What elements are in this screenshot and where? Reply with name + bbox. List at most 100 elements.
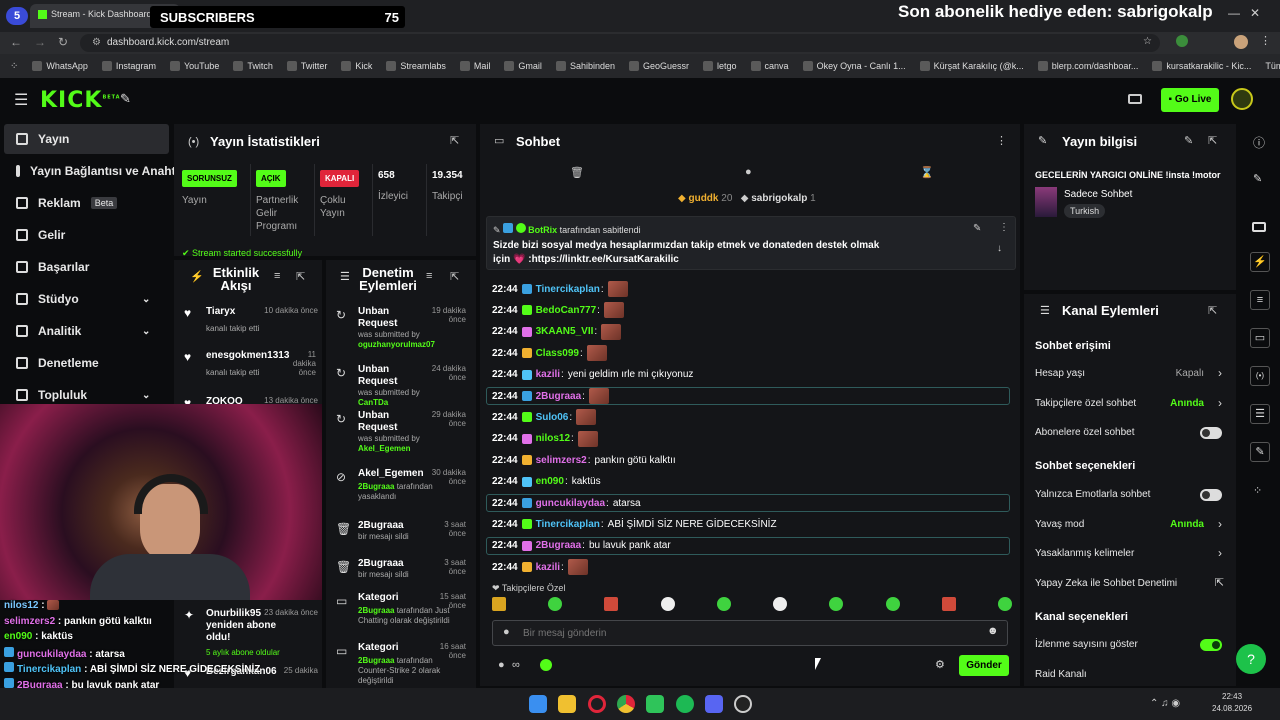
expand-icon[interactable]: ⇱ <box>450 270 459 283</box>
channel-option-row[interactable]: Yasaklanmış kelimeler › <box>1030 542 1230 566</box>
emoji-icon[interactable]: ☻ <box>987 625 999 637</box>
sidebar-item-studio[interactable]: Stüdyo ⌄ <box>0 284 170 314</box>
camera-icon[interactable] <box>1252 222 1266 232</box>
toggle-switch[interactable] <box>1200 489 1222 501</box>
unpin-icon[interactable]: ✎ <box>973 223 981 234</box>
file-explorer-icon[interactable] <box>558 695 576 713</box>
chrome-icon[interactable] <box>617 695 635 713</box>
bookmark-item[interactable]: WhatsApp <box>32 61 88 71</box>
go-live-button[interactable]: ▪ Go Live <box>1161 88 1219 112</box>
chat-input[interactable] <box>523 624 963 642</box>
more-icon[interactable]: ⋮ <box>996 134 1007 147</box>
filter-icon[interactable]: ≡ <box>274 270 280 282</box>
hourglass-icon[interactable]: ⌛ <box>920 166 934 179</box>
chat-input-box[interactable]: ● ☻ <box>492 620 1008 646</box>
bookmark-item[interactable]: Mail <box>459 61 490 71</box>
expand-icon[interactable]: ⇱ <box>296 270 305 283</box>
sidebar-item-revenue[interactable]: Gelir <box>0 220 170 250</box>
trash-icon[interactable]: 🗑 <box>570 166 584 179</box>
chat-username[interactable]: en090 <box>536 476 564 487</box>
bookmark-item[interactable]: kursatkarakilic - Kic... <box>1152 61 1251 71</box>
expand-icon[interactable]: ⇱ <box>1208 304 1217 317</box>
sidebar-item-analytics[interactable]: Analitik ⌄ <box>0 316 170 346</box>
camera-icon[interactable] <box>1128 94 1142 104</box>
sidebar-item-moderation[interactable]: Denetleme <box>0 348 170 378</box>
filter-icon[interactable]: ≡ <box>426 270 432 282</box>
extensions-icon[interactable] <box>1176 35 1188 47</box>
chat-username[interactable]: Tinercikaplan <box>536 284 600 295</box>
pin-icon[interactable]: ✎ <box>120 91 131 107</box>
emote-icon[interactable] <box>660 597 675 611</box>
opera-icon[interactable] <box>588 695 606 713</box>
emote-icon[interactable] <box>997 597 1012 611</box>
chat-username[interactable]: 3KAAN5_VII <box>536 326 594 337</box>
whatsapp-icon[interactable] <box>646 695 664 713</box>
sidebar-item-trophy[interactable]: Başarılar <box>0 252 170 282</box>
bookmark-item[interactable]: Streamlabs <box>386 61 446 71</box>
bookmark-item[interactable]: Kürşat Karakılıç (@k... <box>919 61 1024 71</box>
emote-icon[interactable] <box>716 597 731 611</box>
bolt-icon[interactable]: ⚡ <box>1250 252 1270 272</box>
channel-option-row[interactable]: İzlenme sayısını göster <box>1030 633 1230 657</box>
emote-icon[interactable] <box>829 597 844 611</box>
sidebar-item-link[interactable]: Yayın Bağlantısı ve Anahtar <box>0 156 187 186</box>
bookmark-item[interactable]: canva <box>750 61 789 71</box>
emote-icon[interactable] <box>548 597 563 611</box>
chat-settings-icon[interactable]: ● <box>745 166 752 178</box>
chat-username[interactable]: guncukilaydaa <box>536 498 605 509</box>
url-field[interactable]: ⚙ dashboard.kick.com/stream ☆ <box>80 34 1160 52</box>
emote-icon[interactable] <box>492 597 506 611</box>
bookmark-item[interactable]: Okey Oyna - Canlı 1... <box>802 61 906 71</box>
toggle-switch[interactable] <box>1200 427 1222 439</box>
channel-option-row[interactable]: Yavaş mod Anında › <box>1030 513 1230 537</box>
kick-logo[interactable]: KICKBETA <box>40 88 121 113</box>
discord-icon[interactable] <box>705 695 723 713</box>
bookmark-item[interactable]: Kick <box>341 61 372 71</box>
more-icon[interactable]: ⋮ <box>999 222 1009 233</box>
bookmark-item[interactable]: Gmail <box>504 61 542 71</box>
expand-icon[interactable]: ⇱ <box>1208 134 1217 147</box>
edit-icon[interactable]: ✎ <box>1184 134 1193 147</box>
profile-avatar-icon[interactable] <box>1234 35 1248 49</box>
more-apps-icon[interactable]: ⁘ <box>1253 484 1262 497</box>
toggle-switch-on[interactable] <box>1200 639 1222 651</box>
bookmark-item[interactable]: YouTube <box>169 61 219 71</box>
sidebar-item-broadcast[interactable]: Yayın <box>4 124 169 154</box>
user-avatar[interactable] <box>1231 88 1253 110</box>
all-bookmarks[interactable]: Tüm Yer İşaretleri <box>1265 61 1280 71</box>
chat-username[interactable]: 2Bugraaa <box>536 391 582 402</box>
back-icon[interactable]: ← <box>10 35 22 49</box>
apps-grid-icon[interactable]: ⁘ <box>10 61 18 72</box>
broadcast-icon[interactable]: (•) <box>1250 366 1270 386</box>
channel-option-row[interactable]: Abonelere özel sohbet <box>1030 421 1230 445</box>
chat-username[interactable]: 2Bugraaa <box>536 540 582 551</box>
chat-username[interactable]: selimzers2 <box>536 455 587 466</box>
spotify-icon[interactable] <box>676 695 694 713</box>
emote-icon[interactable] <box>885 597 900 611</box>
sidebar-item-ad[interactable]: Reklam Beta <box>0 188 170 218</box>
channel-option-row[interactable]: Yapay Zeka ile Sohbet Denetimi ⇱ <box>1030 572 1230 596</box>
users-icon[interactable]: ● <box>498 659 505 671</box>
bookmark-item[interactable]: GeoGuessr <box>628 61 689 71</box>
bookmark-item[interactable]: Instagram <box>101 61 156 71</box>
wrench-icon[interactable]: ✎ <box>1250 442 1270 462</box>
bookmark-item[interactable]: Twitter <box>286 61 327 71</box>
chat-username[interactable]: Sulo06 <box>536 412 569 423</box>
channel-option-row[interactable]: Yalnızca Emotlarla sohbet <box>1030 483 1230 507</box>
chat-username[interactable]: Tinercikaplan <box>536 519 600 530</box>
hamburger-icon[interactable]: ☰ <box>14 90 28 110</box>
chat-username[interactable]: nilos12 <box>536 433 570 444</box>
list-icon[interactable]: ≡ <box>1250 290 1270 310</box>
settings-icon[interactable]: ⚙ <box>935 658 945 671</box>
edit-icon[interactable]: ✎ <box>1253 172 1262 185</box>
chat-username[interactable]: BedoCan777 <box>536 305 597 316</box>
chat-username[interactable]: Class099 <box>536 348 579 359</box>
channel-option-row[interactable]: Hesap yaşı Kapalı › <box>1030 362 1230 386</box>
expand-icon[interactable]: ⇱ <box>450 134 459 147</box>
bookmark-item[interactable]: letgo <box>703 61 737 71</box>
bookmark-item[interactable]: Twitch <box>233 61 273 71</box>
send-button[interactable]: Gönder <box>959 655 1009 676</box>
bookmark-item[interactable]: Sahibinden <box>555 61 615 71</box>
emote-icon[interactable] <box>773 597 788 611</box>
channel-option-row[interactable]: Raid Kanalı <box>1030 663 1230 687</box>
